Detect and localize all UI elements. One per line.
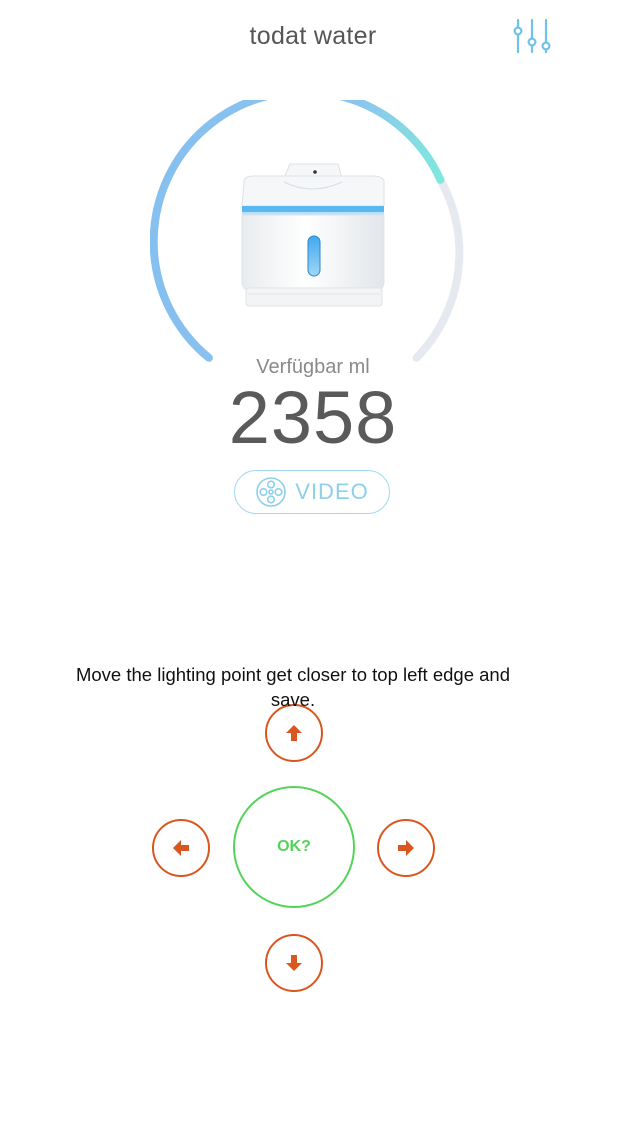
- film-reel-icon: [256, 477, 287, 507]
- video-button-label: VIDEO: [295, 479, 369, 504]
- ok-save-button[interactable]: OK?: [233, 786, 355, 908]
- settings-button[interactable]: [510, 18, 554, 56]
- water-fountain-image: [241, 163, 385, 307]
- move-down-button[interactable]: [265, 934, 323, 992]
- move-right-button[interactable]: [377, 819, 435, 877]
- ok-button-label: OK?: [277, 838, 311, 855]
- arrow-down-icon: [286, 955, 302, 971]
- available-value: 2358: [228, 376, 398, 459]
- video-button[interactable]: VIDEO: [234, 470, 390, 514]
- move-left-button[interactable]: [152, 819, 210, 877]
- calibration-instruction: Move the lighting point get closer to to…: [75, 664, 510, 710]
- arrow-left-icon: [173, 840, 189, 856]
- arrow-up-icon: [286, 725, 302, 741]
- arrow-right-icon: [398, 840, 414, 856]
- move-up-button[interactable]: [265, 704, 323, 762]
- gauge-track: [412, 175, 464, 362]
- sliders-icon: [513, 18, 551, 54]
